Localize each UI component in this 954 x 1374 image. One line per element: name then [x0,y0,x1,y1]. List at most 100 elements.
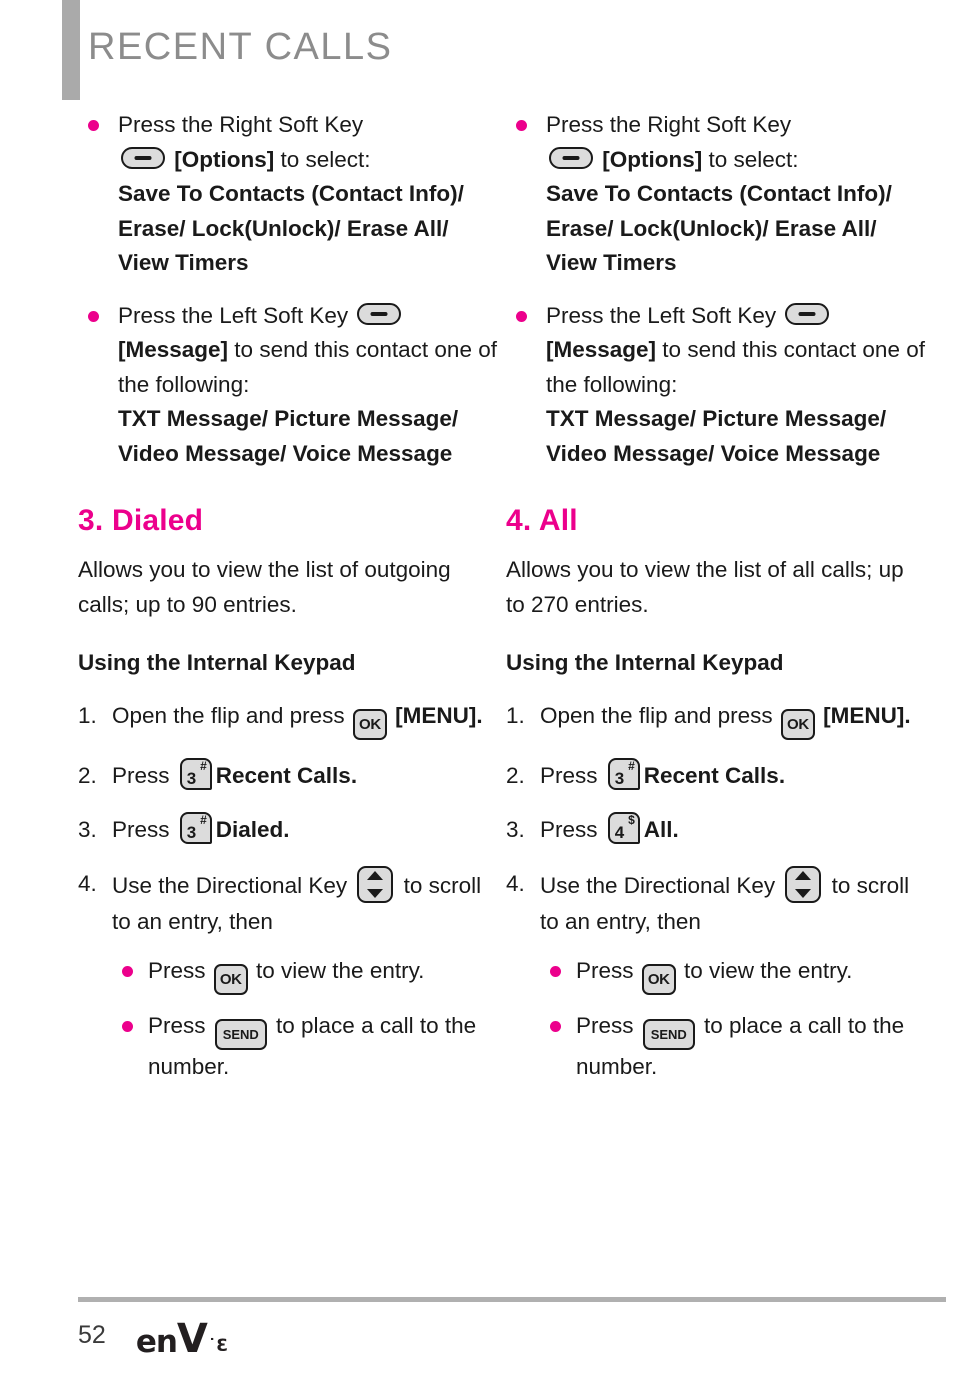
directional-key-icon [785,866,822,903]
content-columns: Press the Right Soft Key [Options] to se… [0,108,954,1102]
key-digit: 4 [614,823,625,842]
step-number: 4. [78,871,97,896]
key-digit: 3 [614,769,625,788]
bullet-bold-body: Save To Contacts (Contact Info)/ Erase/ … [546,181,892,275]
bullet-softkey-label: [Options] [174,146,275,172]
list-item: Press the Left Soft Key [Message] to sen… [78,299,498,472]
number-key-4-icon: 4 $ [607,812,640,844]
arrow-up-icon [795,871,812,880]
step-number: 4. [506,871,525,896]
footer-divider [78,1297,946,1302]
left-column: Press the Right Soft Key [Options] to se… [78,108,498,1102]
right-steps-list: 1. Open the flip and press OK [MENU]. 2.… [506,698,926,1084]
substep-text-pre: Press [148,958,212,983]
arrow-down-icon [795,889,812,898]
bullet-bold-body: TXT Message/ Picture Message/ Video Mess… [118,406,459,466]
left-top-bullet-list: Press the Right Soft Key [Options] to se… [78,108,498,471]
footer-row: 52 enV˙3 [78,1316,946,1362]
logo-text-en: en [135,1324,178,1360]
list-item: 4. Use the Directional Key to scroll to … [78,866,498,1084]
key-symbol: # [200,759,207,773]
bullet-tail: to select: [702,146,799,172]
step-text-post: Dialed. [215,817,290,842]
ok-key-icon: OK [641,964,676,995]
section-subheading: Using the Internal Keypad [78,650,356,675]
page-footer: 52 enV˙3 [78,1297,946,1362]
bullet-tail: to select: [274,146,371,172]
soft-key-icon [785,302,830,325]
list-item: 1. Open the flip and press OK [MENU]. [506,698,926,740]
ok-key-icon: OK [780,709,815,740]
header-accent-bar [62,0,80,100]
step-text-pre: Press [540,763,604,788]
list-item: Press SEND to place a call to the number… [112,1009,498,1084]
bullet-softkey-label: [Options] [602,146,703,172]
bullet-line-1: Press the Right Soft Key [118,112,364,137]
page-number: 52 [78,1321,106,1349]
substep-text-pre: Press [576,958,640,983]
key-symbol: # [200,813,207,827]
send-key-icon: SEND [214,1019,267,1050]
soft-key-icon [121,146,165,169]
left-substeps-list: Press OK to view the entry. Press SEND t… [112,954,498,1084]
step-text-post: Recent Calls. [215,763,358,788]
bullet-bold-body: Save To Contacts (Contact Info)/ Erase/ … [118,181,464,275]
step-text-pre: Press [112,763,176,788]
step-number: 3. [78,817,97,842]
substep-text-post: to view the entry. [249,958,425,983]
section-heading-all: 4. All [506,504,578,537]
key-symbol: # [628,759,635,773]
right-column: Press the Right Soft Key [Options] to se… [506,108,926,1102]
step-number: 2. [506,763,525,788]
step-text-post: [MENU]. [388,703,483,728]
list-item: Press OK to view the entry. [540,954,926,995]
bullet-line-1: Press the Right Soft Key [546,112,792,137]
substep-text-post: to view the entry. [677,958,853,983]
list-item: 1. Open the flip and press OK [MENU]. [78,698,498,740]
send-key-icon: SEND [642,1019,695,1050]
number-key-3-icon: 3 # [179,812,212,844]
list-item: 2. Press 3 # Recent Calls. [506,758,926,794]
directional-key-icon [357,866,394,903]
arrow-up-icon [367,871,384,880]
arrow-down-icon [367,889,384,898]
section-subheading: Using the Internal Keypad [506,650,784,675]
substep-text-pre: Press [148,1013,212,1038]
right-substeps-list: Press OK to view the entry. Press SEND t… [540,954,926,1084]
env3-logo: enV˙3 [135,1316,229,1362]
step-number: 1. [506,703,525,728]
substep-text-pre: Press [576,1013,640,1038]
step-number: 2. [78,763,97,788]
step-text-pre: Press [540,817,604,842]
bullet-softkey-label: [Message] [118,337,229,362]
section-description: Allows you to view the list of all calls… [506,557,904,617]
step-text-pre: Use the Directional Key [112,873,354,898]
ok-key-icon: OK [352,709,387,740]
page-header: RECENT CALLS [0,0,954,104]
list-item: Press the Left Soft Key [Message] to sen… [506,299,926,472]
key-digit: 3 [186,823,197,842]
soft-key-icon [549,146,593,169]
list-item: Press the Right Soft Key [Options] to se… [506,108,926,281]
step-number: 1. [78,703,97,728]
list-item: 2. Press 3 # Recent Calls. [78,758,498,794]
step-text-post: Recent Calls. [643,763,786,788]
step-text-post: [MENU]. [816,703,911,728]
list-item: 4. Use the Directional Key to scroll to … [506,866,926,1084]
section-description: Allows you to view the list of outgoing … [78,557,451,617]
step-text-pre: Use the Directional Key [540,873,782,898]
step-number: 3. [506,817,525,842]
list-item: Press SEND to place a call to the number… [540,1009,926,1084]
bullet-bold-body: TXT Message/ Picture Message/ Video Mess… [546,406,887,466]
page-title: RECENT CALLS [88,26,393,68]
right-top-bullet-list: Press the Right Soft Key [Options] to se… [506,108,926,471]
list-item: Press OK to view the entry. [112,954,498,995]
bullet-line-1: Press the Left Soft Key [118,302,349,328]
key-digit: 3 [186,769,197,788]
list-item: Press the Right Soft Key [Options] to se… [78,108,498,281]
bullet-softkey-label: [Message] [546,337,657,362]
key-symbol: $ [628,813,635,827]
step-text-pre: Open the flip and press [540,703,779,728]
step-text-pre: Open the flip and press [112,703,351,728]
section-heading-dialed: 3. Dialed [78,504,204,537]
